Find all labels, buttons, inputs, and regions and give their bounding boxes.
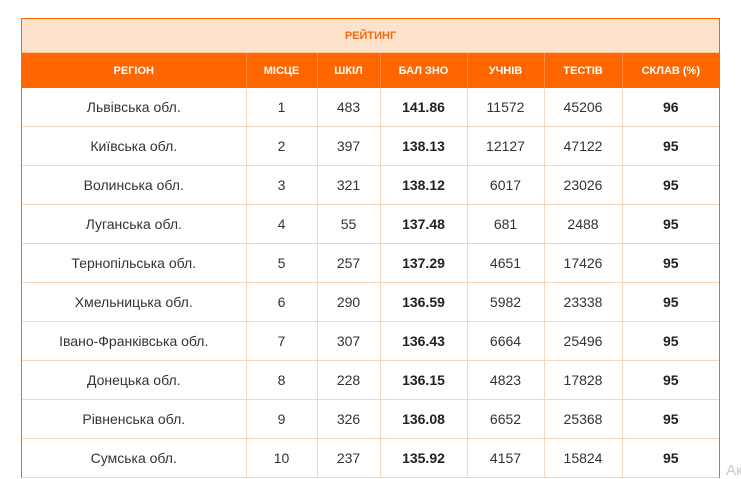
cell-passed-percent: 95	[621, 282, 720, 322]
table-row: Волинська обл. 3 321 138.12 6017 23026 95	[22, 165, 720, 205]
cell-zno-score: 136.59	[379, 282, 467, 322]
cell-place: 2	[245, 126, 317, 166]
table-title: РЕЙТИНГ	[22, 19, 720, 53]
table-row: Хмельницька обл. 6 290 136.59 5982 23338 95	[22, 282, 720, 322]
column-header-region: РЕГІОН	[22, 52, 246, 88]
table-row: Тернопільська обл. 5 257 137.29 4651 17426 95	[22, 243, 720, 283]
column-header-zno-score: БАЛ ЗНО	[379, 52, 467, 88]
cell-place: 4	[245, 204, 317, 244]
cell-tests: 45206	[543, 88, 622, 127]
cell-tests: 25368	[543, 399, 622, 439]
cell-zno-score: 136.08	[379, 399, 467, 439]
cell-zno-score: 137.48	[379, 204, 467, 244]
cell-region: Донецька обл.	[22, 360, 246, 400]
cell-students: 5982	[466, 282, 544, 322]
cell-place: 8	[245, 360, 317, 400]
cell-tests: 17426	[543, 243, 622, 283]
cell-place: 1	[245, 88, 317, 127]
cell-zno-score: 138.13	[379, 126, 467, 166]
cell-schools: 290	[316, 282, 380, 322]
cell-passed-percent: 95	[621, 399, 720, 439]
cell-tests: 17828	[543, 360, 622, 400]
cell-schools: 397	[316, 126, 380, 166]
rating-table: РЕЙТИНГ РЕГІОН МІСЦЕ ШКІЛ БАЛ ЗНО УЧНІВ ТЕСТІ…	[22, 19, 720, 478]
column-header-place: МІСЦЕ	[245, 52, 317, 88]
cell-passed-percent: 95	[621, 360, 720, 400]
cell-students: 6664	[466, 321, 544, 361]
cell-schools: 307	[316, 321, 380, 361]
cell-place: 7	[245, 321, 317, 361]
cell-students: 681	[466, 204, 544, 244]
table-row: Рівненська обл. 9 326 136.08 6652 25368 95	[22, 399, 720, 439]
cell-schools: 483	[316, 88, 380, 127]
cell-zno-score: 135.92	[379, 438, 467, 478]
cell-passed-percent: 96	[621, 88, 720, 127]
table-body: Львівська обл. 1 483 141.86 11572 45206 96 Київ…	[22, 88, 720, 478]
column-header-passed-percent: СКЛАВ (%)	[621, 52, 720, 88]
cell-schools: 326	[316, 399, 380, 439]
cell-passed-percent: 95	[621, 438, 720, 478]
cell-students: 12127	[466, 126, 544, 166]
column-header-tests: ТЕСТІВ	[543, 52, 622, 88]
cell-students: 11572	[466, 88, 544, 127]
cell-passed-percent: 95	[621, 126, 720, 166]
cell-region: Волинська обл.	[22, 165, 246, 205]
cell-schools: 237	[316, 438, 380, 478]
cell-region: Київська обл.	[22, 126, 246, 166]
cell-passed-percent: 95	[621, 204, 720, 244]
cell-tests: 23026	[543, 165, 622, 205]
cell-zno-score: 137.29	[379, 243, 467, 283]
cell-passed-percent: 95	[621, 243, 720, 283]
cell-students: 4157	[466, 438, 544, 478]
cell-tests: 15824	[543, 438, 622, 478]
cell-tests: 23338	[543, 282, 622, 322]
cell-schools: 228	[316, 360, 380, 400]
column-header-students: УЧНІВ	[466, 52, 544, 88]
cell-region: Тернопільська обл.	[22, 243, 246, 283]
table-row: Київська обл. 2 397 138.13 12127 47122 95	[22, 126, 720, 166]
cell-tests: 25496	[543, 321, 622, 361]
cell-region: Івано-Франківська обл.	[22, 321, 246, 361]
cell-students: 4651	[466, 243, 544, 283]
cell-students: 6652	[466, 399, 544, 439]
cell-region: Сумська обл.	[22, 438, 246, 478]
table-row: Львівська обл. 1 483 141.86 11572 45206 96	[22, 88, 720, 127]
table-row: Донецька обл. 8 228 136.15 4823 17828 95	[22, 360, 720, 400]
cell-tests: 47122	[543, 126, 622, 166]
cell-zno-score: 136.15	[379, 360, 467, 400]
cell-place: 3	[245, 165, 317, 205]
column-header-schools: ШКІЛ	[316, 52, 380, 88]
table-row: Луганська обл. 4 55 137.48 681 2488 95	[22, 204, 720, 244]
cell-zno-score: 138.12	[379, 165, 467, 205]
table-row: Івано-Франківська обл. 7 307 136.43 6664 2549…	[22, 321, 720, 361]
cell-schools: 257	[316, 243, 380, 283]
cell-zno-score: 136.43	[379, 321, 467, 361]
cell-passed-percent: 95	[621, 321, 720, 361]
cell-passed-percent: 95	[621, 165, 720, 205]
cell-schools: 55	[316, 204, 380, 244]
cell-students: 6017	[466, 165, 544, 205]
table-header-row: РЕГІОН МІСЦЕ ШКІЛ БАЛ ЗНО УЧНІВ ТЕСТІВ СКЛАВ (…	[22, 52, 720, 88]
cell-students: 4823	[466, 360, 544, 400]
cell-zno-score: 141.86	[379, 88, 467, 127]
cell-region: Хмельницька обл.	[22, 282, 246, 322]
cell-place: 10	[245, 438, 317, 478]
cell-place: 6	[245, 282, 317, 322]
table-row: Сумська обл. 10 237 135.92 4157 15824 95	[22, 438, 720, 478]
corner-text: Ак	[726, 462, 741, 479]
cell-region: Львівська обл.	[22, 88, 246, 127]
rating-table-container: РЕЙТИНГ РЕГІОН МІСЦЕ ШКІЛ БАЛ ЗНО УЧНІВ ТЕСТІ…	[21, 18, 720, 478]
cell-place: 9	[245, 399, 317, 439]
cell-place: 5	[245, 243, 317, 283]
cell-schools: 321	[316, 165, 380, 205]
cell-region: Рівненська обл.	[22, 399, 246, 439]
cell-tests: 2488	[543, 204, 622, 244]
cell-region: Луганська обл.	[22, 204, 246, 244]
